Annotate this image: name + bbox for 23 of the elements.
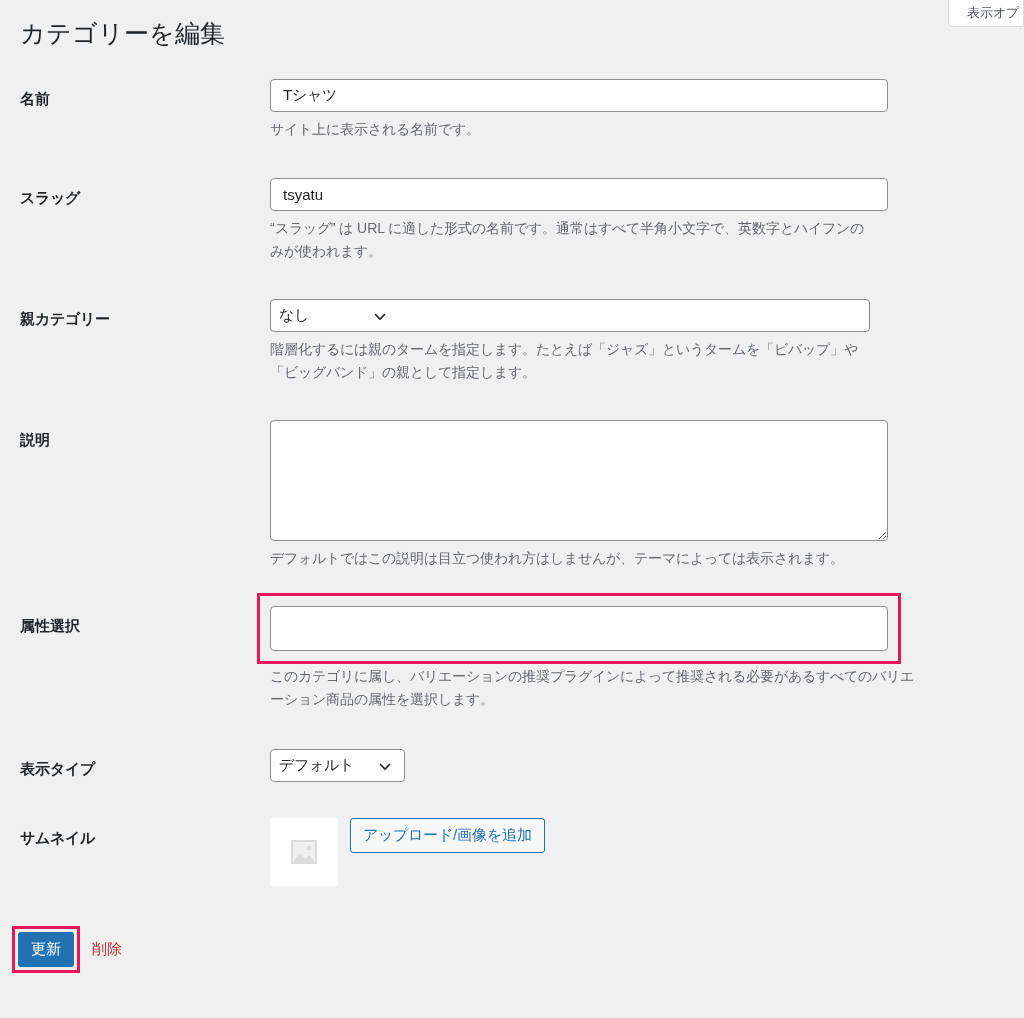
field-label: スラッグ: [20, 189, 80, 206]
field-label: 属性選択: [20, 617, 80, 634]
dropdown-select[interactable]: なし: [270, 299, 870, 332]
field-label: 名前: [20, 90, 50, 107]
delete-link[interactable]: 削除: [92, 938, 122, 961]
dropdown-select[interactable]: デフォルト: [270, 749, 405, 782]
field-label: 説明: [20, 431, 50, 448]
field-description: このカテゴリに属し、バリエーションの推奨プラグインによって推奨される必要があるすべてのバリエーション商品の属性を選択します。: [270, 667, 915, 709]
screen-options-tab[interactable]: 表示オプ: [948, 0, 1024, 27]
field-description: 階層化するには親のタームを指定します。たとえば「ジャズ」というタームを「ビバップ」や「ビッグバンド」の親として指定します。: [270, 340, 859, 382]
field-description: サイト上に表示される名前です。: [270, 120, 481, 139]
text-input-field[interactable]: Tシャツ: [270, 79, 888, 112]
field-label: 表示タイプ: [20, 760, 95, 777]
page-title: カテゴリーを編集: [20, 18, 225, 49]
text-input-field[interactable]: tsyatu: [270, 178, 888, 211]
field-description: “スラッグ” は URL に適した形式の名前です。通常はすべて半角小文字で、英数字とハイフンのみが使われます。: [270, 219, 866, 261]
text-input-field[interactable]: [270, 606, 888, 651]
image-placeholder-icon: [291, 840, 317, 864]
update-button[interactable]: 更新: [18, 932, 74, 967]
upload-image-button[interactable]: アップロード/画像を追加: [350, 818, 546, 853]
field-description: デフォルトではこの説明は目立つ使われ方はしませんが、テーマによっては表示されます。: [270, 549, 845, 568]
field-label: サムネイル: [20, 829, 95, 846]
field-label: 親カテゴリー: [20, 310, 110, 327]
